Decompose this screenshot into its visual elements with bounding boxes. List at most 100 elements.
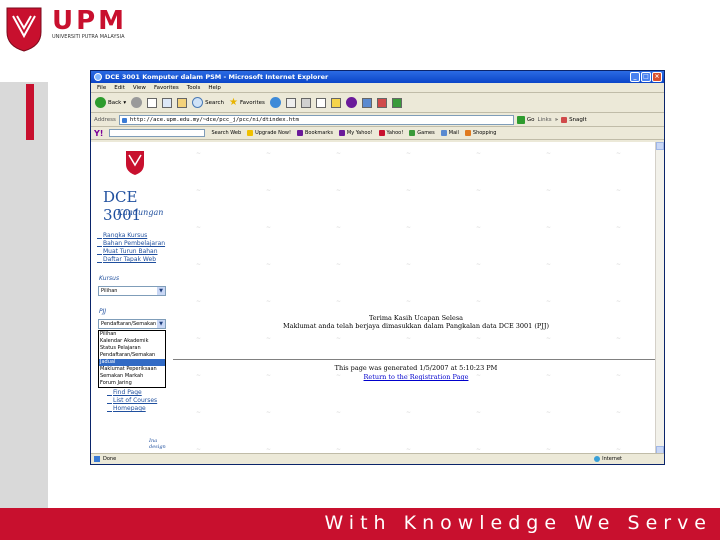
dropdown-option[interactable]: Semakan Markah [99, 373, 165, 380]
address-label: Address [94, 116, 116, 123]
sidebar: DCE 3001 Kandungan Rangka Kursus Bahan P… [91, 142, 169, 454]
mail-button[interactable]: Mail [440, 130, 459, 136]
messenger-icon[interactable] [345, 97, 357, 108]
nav-link-homepage[interactable]: Homepage [107, 405, 157, 413]
background-watermark: ~ [336, 224, 342, 231]
upgrade-button[interactable]: Upgrade Now! [247, 130, 291, 136]
confirmation-line-2: Maklumat anda telah berjaya dimasukkan d… [282, 322, 550, 330]
background-watermark: ~ [616, 187, 622, 194]
zone-label: Internet [602, 456, 622, 462]
background-watermark: ~ [616, 298, 622, 305]
background-watermark: ~ [406, 224, 412, 231]
nav-link-rangka-kursus[interactable]: Rangka Kursus [97, 232, 165, 240]
bookmarks-button[interactable]: Bookmarks [296, 130, 333, 136]
menu-help[interactable]: Help [208, 83, 221, 92]
upm-crest-icon [6, 7, 42, 52]
back-button[interactable]: Back ▾ [95, 97, 126, 108]
my-yahoo-button[interactable]: My Yahoo! [338, 130, 373, 136]
mail-envelope-icon [440, 130, 447, 136]
yahoo-logo-icon[interactable]: Y! [94, 129, 103, 138]
background-watermark: ~ [336, 335, 342, 342]
print-icon[interactable] [300, 97, 311, 108]
snagit-label: SnagIt [569, 116, 587, 123]
nav-link-daftar-tapak[interactable]: Daftar Tapak Web [97, 256, 165, 264]
history-icon[interactable] [269, 97, 281, 108]
address-bar: Address http://ace.upm.edu.my/~dce/pcc_j… [91, 113, 664, 127]
tool-icon-3[interactable] [391, 97, 402, 108]
snagit-button[interactable]: SnagIt [561, 116, 587, 123]
chevron-down-icon[interactable]: ▼ [157, 287, 165, 295]
window-title: DCE 3001 Komputer dalam PSM - Microsoft … [105, 73, 329, 81]
mail-label: Mail [448, 130, 459, 136]
tool-icon-1[interactable] [361, 97, 372, 108]
menu-tools[interactable]: Tools [187, 83, 201, 92]
site-subtitle: Kandungan [117, 208, 164, 217]
search-web-button[interactable]: Search Web [211, 130, 241, 136]
dropdown-option[interactable]: Pilihan [99, 331, 165, 338]
toolbar: Back ▾ Search ★ Favorites [91, 93, 664, 113]
globe-icon [594, 456, 601, 462]
games-button[interactable]: Games [409, 130, 435, 136]
bottom-links: Find Page List of Courses Homepage [107, 389, 157, 413]
page-done-icon [94, 456, 100, 462]
favorites-button[interactable]: ★ Favorites [229, 97, 265, 108]
menu-favorites[interactable]: Favorites [154, 83, 179, 92]
background-watermark: ~ [336, 446, 342, 453]
background-watermark: ~ [266, 409, 272, 416]
nav-link-muat-turun[interactable]: Muat Turun Bahan [97, 248, 165, 256]
dropdown-option[interactable]: Status Pelajaran [99, 345, 165, 352]
menu-view[interactable]: View [133, 83, 146, 92]
links-button[interactable]: Links [538, 117, 552, 123]
tool-icon-2[interactable] [376, 97, 387, 108]
nav-link-list-of-courses[interactable]: List of Courses [107, 397, 157, 405]
dropdown-option[interactable]: Pendaftaran/Semakan [99, 352, 165, 359]
dropdown-option[interactable]: Kalendar Akademik [99, 338, 165, 345]
return-registration-link[interactable]: Return to the Registration Page [364, 373, 469, 381]
chevron-down-icon[interactable]: ▼ [157, 320, 165, 328]
upm-logo-subtitle: UNIVERSITI PUTRA MALAYSIA [52, 34, 125, 40]
dropdown-option-highlighted[interactable]: Jadual [99, 359, 165, 366]
home-icon[interactable] [177, 97, 188, 108]
menu-file[interactable]: File [97, 83, 106, 92]
vertical-scrollbar[interactable] [655, 142, 664, 454]
background-watermark: ~ [266, 261, 272, 268]
go-button[interactable]: Go [516, 115, 535, 124]
folder-icon[interactable] [330, 97, 341, 108]
stop-icon[interactable] [147, 97, 158, 108]
yahoo-search-input[interactable] [109, 129, 206, 137]
confirmation-message: Terima Kasih Ucapan Selesa Maklumat anda… [171, 314, 661, 330]
dropdown-option[interactable]: Maklumat Peperiksaan [99, 366, 165, 373]
menu-edit[interactable]: Edit [114, 83, 125, 92]
minimize-icon[interactable]: _ [630, 72, 640, 82]
background-watermark: ~ [196, 261, 202, 268]
search-button[interactable]: Search [192, 97, 224, 108]
dropdown-option[interactable]: Forum Jaring [99, 380, 165, 387]
search-icon [192, 97, 204, 108]
edit-icon[interactable] [315, 97, 326, 108]
scroll-up-icon[interactable] [656, 142, 664, 150]
background-watermark: ~ [336, 298, 342, 305]
nav-link-find-page[interactable]: Find Page [107, 389, 157, 397]
yahoo-button[interactable]: Yahoo! [378, 130, 403, 136]
mail-icon[interactable] [285, 97, 296, 108]
close-icon[interactable]: × [652, 72, 662, 82]
upgrade-label: Upgrade Now! [255, 130, 291, 136]
background-watermark: ~ [616, 150, 622, 157]
pjj-select-value: Pendaftaran/Semakan [101, 321, 157, 327]
upm-logo-text: UPM [52, 6, 128, 36]
nav-link-bahan-pembelajaran[interactable]: Bahan Pembelajaran [97, 240, 165, 248]
forward-icon[interactable] [131, 97, 143, 108]
ie-window: DCE 3001 Komputer dalam PSM - Microsoft … [90, 70, 665, 465]
status-bar: Done Internet [91, 453, 664, 464]
background-watermark: ~ [266, 187, 272, 194]
security-zone: Internet [594, 454, 622, 464]
address-input[interactable]: http://ace.upm.edu.my/~dce/pcc_j/pcc/ni/… [118, 114, 514, 125]
refresh-icon[interactable] [162, 97, 173, 108]
maximize-icon[interactable]: □ [641, 72, 651, 82]
background-watermark: ~ [406, 261, 412, 268]
pjj-select[interactable]: Pendaftaran/Semakan ▼ [98, 319, 166, 329]
background-watermark: ~ [196, 409, 202, 416]
shopping-button[interactable]: Shopping [464, 130, 496, 136]
designer-signature: Ina design [149, 438, 166, 450]
kursus-select[interactable]: Pilihan ▼ [98, 286, 166, 296]
